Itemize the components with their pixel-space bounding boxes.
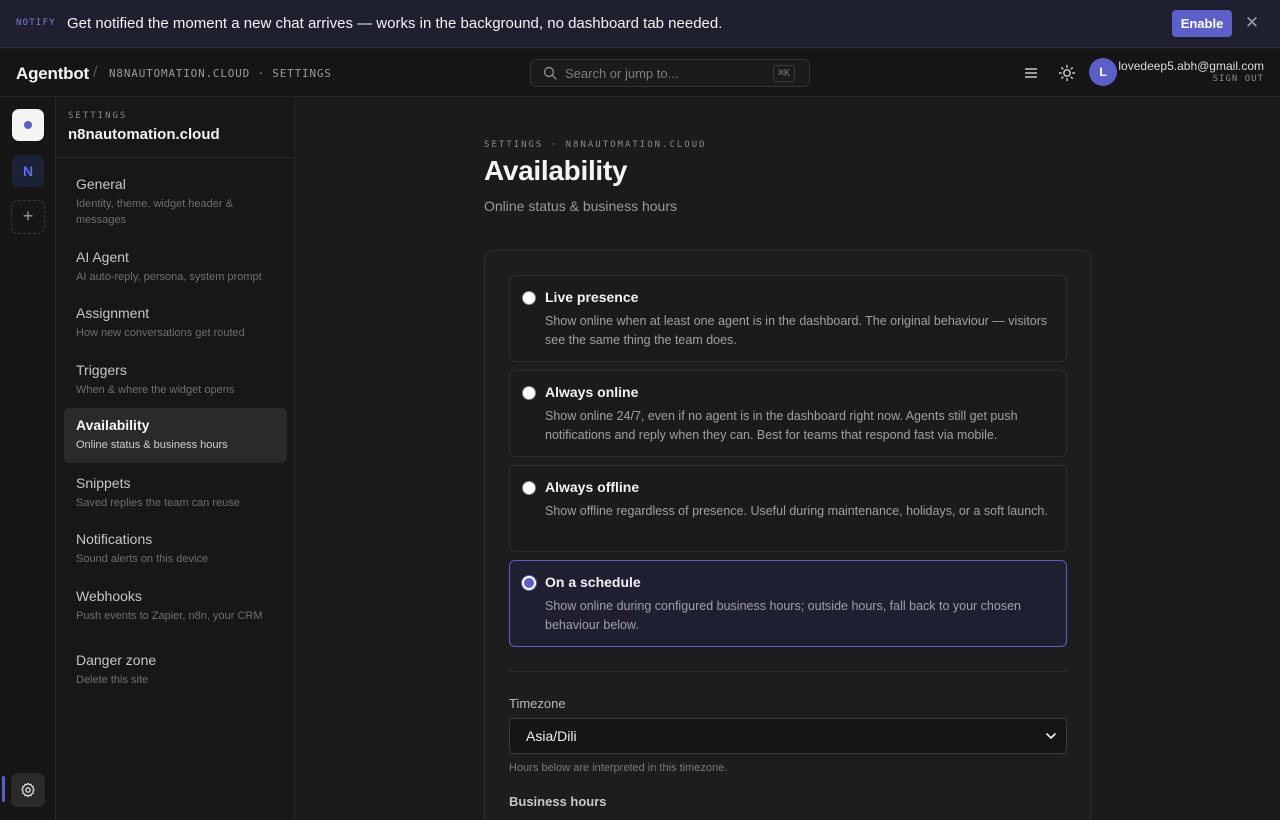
option-always-online[interactable]: Always online Show online 24/7, even if … <box>509 370 1067 457</box>
option-on-a-schedule[interactable]: On a schedule Show online during configu… <box>509 560 1067 647</box>
sidebar-divider <box>56 157 295 158</box>
search-placeholder: Search or jump to... <box>565 66 679 81</box>
option-desc: Show online when at least one agent is i… <box>545 314 1048 347</box>
sun-icon[interactable] <box>1058 64 1076 82</box>
chevron-down-icon <box>1046 733 1056 739</box>
sidebar-item-desc: Push events to Zapier, n8n, your CRM <box>76 610 263 622</box>
radio-always-online[interactable] <box>522 386 536 400</box>
site-switcher-n8nautomation[interactable]: N <box>12 155 44 187</box>
site-dot-icon <box>24 121 32 129</box>
radio-on-a-schedule[interactable] <box>522 576 536 590</box>
sidebar-item-availability[interactable]: Availability Online status & business ho… <box>64 408 287 463</box>
user-email: lovedeep5.abh@gmail.com <box>1118 59 1264 73</box>
page-breadcrumb: SETTINGS · N8NAUTOMATION.CLOUD <box>484 140 707 150</box>
brand-logo[interactable]: Agentbot <box>16 64 89 84</box>
rail-active-indicator <box>2 776 5 802</box>
section-divider <box>509 671 1067 672</box>
sidebar-item-label: Snippets <box>76 475 131 491</box>
settings-button[interactable] <box>11 773 45 807</box>
top-bar: Agentbot / N8NAUTOMATION.CLOUD · SETTING… <box>0 49 1280 97</box>
option-desc: Show online 24/7, even if no agent is in… <box>545 409 1018 442</box>
sidebar-kicker: SETTINGS <box>68 111 128 121</box>
option-title: Live presence <box>545 289 639 305</box>
sidebar-item-label: Danger zone <box>76 652 157 668</box>
radio-live-presence[interactable] <box>522 291 536 305</box>
menu-icon[interactable] <box>1022 65 1040 81</box>
sidebar-site-name: n8nautomation.cloud <box>68 126 220 143</box>
sidebar-item-ai-agent[interactable]: AI Agent AI auto-reply, persona, system … <box>64 240 287 294</box>
option-title: Always offline <box>545 479 640 495</box>
sidebar-item-webhooks[interactable]: Webhooks Push events to Zapier, n8n, you… <box>64 579 287 633</box>
sidebar-item-label: Assignment <box>76 305 150 321</box>
sidebar-item-snippets[interactable]: Snippets Saved replies the team can reus… <box>64 466 287 520</box>
option-desc: Show offline regardless of presence. Use… <box>545 504 1048 518</box>
sidebar-item-label: AI Agent <box>76 249 129 265</box>
option-title: On a schedule <box>545 574 641 590</box>
sidebar-item-label: Availability <box>76 417 150 433</box>
sidebar-item-triggers[interactable]: Triggers When & where the widget opens <box>64 353 287 407</box>
sidebar-item-desc: When & where the widget opens <box>76 384 235 396</box>
timezone-label: Timezone <box>509 696 566 711</box>
search-input[interactable]: Search or jump to... ⌘K <box>530 59 810 87</box>
banner-tag: NOTIFY <box>16 18 56 28</box>
add-site-button[interactable]: + <box>11 200 45 234</box>
page-title: Availability <box>484 155 628 186</box>
sidebar-item-danger-zone[interactable]: Danger zone Delete this site <box>64 643 287 697</box>
sidebar-item-desc: How new conversations get routed <box>76 327 245 339</box>
timezone-value: Asia/Dili <box>526 728 577 744</box>
settings-sidebar: SETTINGS n8nautomation.cloud General Ide… <box>56 97 295 820</box>
option-always-offline[interactable]: Always offline Show offline regardless o… <box>509 465 1067 552</box>
close-icon[interactable]: ✕ <box>1243 14 1261 32</box>
sidebar-item-assignment[interactable]: Assignment How new conversations get rou… <box>64 296 287 350</box>
timezone-hint: Hours below are interpreted in this time… <box>509 762 728 774</box>
page-subtitle: Online status & business hours <box>484 198 677 214</box>
sidebar-item-label: Webhooks <box>76 588 142 604</box>
breadcrumb: N8NAUTOMATION.CLOUD · SETTINGS <box>109 67 332 80</box>
sidebar-item-desc: Delete this site <box>76 674 149 686</box>
sidebar-item-label: General <box>76 176 126 192</box>
availability-card: Live presence Show online when at least … <box>484 250 1091 820</box>
site-switcher-active[interactable] <box>12 109 44 141</box>
gear-icon <box>21 782 35 798</box>
timezone-select[interactable]: Asia/Dili <box>509 718 1067 754</box>
enable-notifications-button[interactable]: Enable <box>1172 10 1232 37</box>
sign-out-link[interactable]: SIGN OUT <box>1213 74 1264 84</box>
banner-message: Get notified the moment a new chat arriv… <box>67 15 723 32</box>
search-icon <box>543 66 557 80</box>
sidebar-item-notifications[interactable]: Notifications Sound alerts on this devic… <box>64 522 287 576</box>
sidebar-item-label: Notifications <box>76 531 153 547</box>
notification-banner: NOTIFY Get notified the moment a new cha… <box>0 0 1280 48</box>
sidebar-item-desc: AI auto-reply, persona, system prompt <box>76 271 262 283</box>
main-content: SETTINGS · N8NAUTOMATION.CLOUD Availabil… <box>296 97 1280 820</box>
sidebar-item-desc: Online status & business hours <box>76 439 228 451</box>
sidebar-item-desc: Saved replies the team can reuse <box>76 497 240 509</box>
sidebar-item-label: Triggers <box>76 362 127 378</box>
option-title: Always online <box>545 384 639 400</box>
search-shortcut-badge: ⌘K <box>772 65 795 82</box>
business-hours-label: Business hours <box>509 794 607 809</box>
sidebar-item-desc: Sound alerts on this device <box>76 553 209 565</box>
option-desc: Show online during configured business h… <box>545 599 1021 632</box>
sidebar-item-desc: Identity, theme, widget header & message… <box>76 198 233 226</box>
radio-always-offline[interactable] <box>522 481 536 495</box>
avatar[interactable]: L <box>1089 58 1117 86</box>
site-switcher-rail: N + <box>0 97 56 820</box>
sidebar-item-general[interactable]: General Identity, theme, widget header &… <box>64 167 287 237</box>
breadcrumb-separator: / <box>93 64 98 81</box>
option-live-presence[interactable]: Live presence Show online when at least … <box>509 275 1067 362</box>
